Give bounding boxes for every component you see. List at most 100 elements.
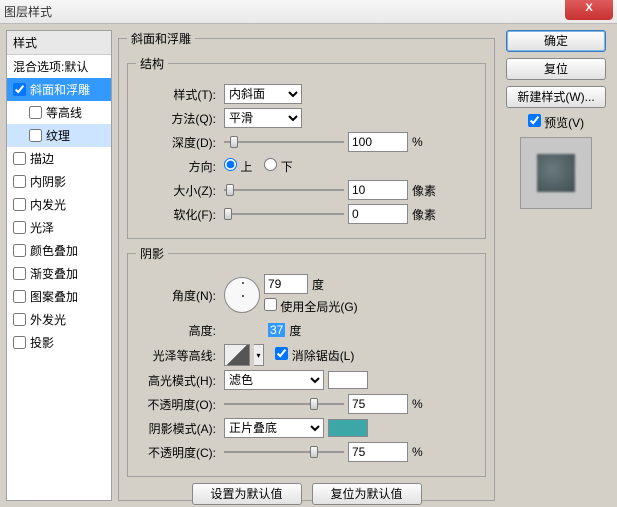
sidebar-item-label: 颜色叠加 bbox=[30, 242, 78, 259]
sidebar-item-2[interactable]: 纹理 bbox=[7, 124, 111, 147]
make-default-button[interactable]: 设置为默认值 bbox=[192, 483, 302, 505]
reset-default-button[interactable]: 复位为默认值 bbox=[312, 483, 422, 505]
shadow-opacity-input[interactable] bbox=[348, 442, 408, 462]
blend-options-item[interactable]: 混合选项:默认 bbox=[7, 55, 111, 78]
style-label: 样式(T): bbox=[136, 86, 220, 103]
shading-legend: 阴影 bbox=[136, 245, 168, 262]
sidebar-checkbox[interactable] bbox=[13, 267, 26, 280]
soften-slider[interactable] bbox=[224, 206, 344, 222]
structure-group: 结构 样式(T): 内斜面 方法(Q): 平滑 深度(D): % 方向: bbox=[127, 55, 486, 239]
sidebar-checkbox[interactable] bbox=[13, 83, 26, 96]
angle-dial[interactable] bbox=[224, 277, 260, 313]
gloss-dropdown[interactable]: ▾ bbox=[254, 344, 264, 366]
sidebar-item-5[interactable]: 内发光 bbox=[7, 193, 111, 216]
sidebar-item-label: 内发光 bbox=[30, 196, 66, 213]
altitude-label: 高度: bbox=[136, 322, 220, 339]
sidebar-item-9[interactable]: 图案叠加 bbox=[7, 285, 111, 308]
highlight-opacity-input[interactable] bbox=[348, 394, 408, 414]
styles-sidebar: 样式 混合选项:默认 斜面和浮雕等高线纹理描边内阴影内发光光泽颜色叠加渐变叠加图… bbox=[6, 30, 112, 501]
shadow-opacity-slider[interactable] bbox=[224, 444, 344, 460]
style-select[interactable]: 内斜面 bbox=[224, 84, 302, 104]
sidebar-item-1[interactable]: 等高线 bbox=[7, 101, 111, 124]
depth-input[interactable] bbox=[348, 132, 408, 152]
ok-button[interactable]: 确定 bbox=[506, 30, 606, 52]
highlight-mode-select[interactable]: 滤色 bbox=[224, 370, 324, 390]
sidebar-item-label: 渐变叠加 bbox=[30, 265, 78, 282]
sidebar-item-11[interactable]: 投影 bbox=[7, 331, 111, 354]
sidebar-item-0[interactable]: 斜面和浮雕 bbox=[7, 78, 111, 101]
sidebar-item-label: 内阴影 bbox=[30, 173, 66, 190]
sidebar-item-label: 外发光 bbox=[30, 311, 66, 328]
angle-label: 角度(N): bbox=[136, 287, 220, 304]
center-panel: 斜面和浮雕 结构 样式(T): 内斜面 方法(Q): 平滑 深度(D): % bbox=[118, 30, 495, 501]
sidebar-checkbox[interactable] bbox=[13, 244, 26, 257]
highlight-color-swatch[interactable] bbox=[328, 371, 368, 389]
sidebar-item-7[interactable]: 颜色叠加 bbox=[7, 239, 111, 262]
antialias-checkbox[interactable]: 消除锯齿(L) bbox=[275, 347, 354, 364]
shadow-opacity-label: 不透明度(C): bbox=[136, 444, 220, 461]
new-style-button[interactable]: 新建样式(W)... bbox=[506, 86, 606, 108]
sidebar-item-8[interactable]: 渐变叠加 bbox=[7, 262, 111, 285]
sidebar-item-label: 光泽 bbox=[30, 219, 54, 236]
shading-group: 阴影 角度(N): 度 使用全局光(G) 高度 bbox=[127, 245, 486, 477]
sidebar-item-label: 投影 bbox=[30, 334, 54, 351]
sidebar-checkbox[interactable] bbox=[13, 198, 26, 211]
sidebar-checkbox[interactable] bbox=[13, 290, 26, 303]
sidebar-item-label: 纹理 bbox=[46, 127, 70, 144]
sidebar-checkbox[interactable] bbox=[13, 313, 26, 326]
sidebar-checkbox[interactable] bbox=[13, 336, 26, 349]
sidebar-item-4[interactable]: 内阴影 bbox=[7, 170, 111, 193]
pct-label: % bbox=[412, 135, 423, 149]
right-panel: 确定 复位 新建样式(W)... 预览(V) bbox=[501, 30, 611, 501]
sidebar-item-label: 描边 bbox=[30, 150, 54, 167]
method-select[interactable]: 平滑 bbox=[224, 108, 302, 128]
depth-label: 深度(D): bbox=[136, 134, 220, 151]
dir-up-radio[interactable]: 上 bbox=[224, 158, 252, 175]
px-label: 像素 bbox=[412, 182, 436, 199]
method-label: 方法(Q): bbox=[136, 110, 220, 127]
sidebar-item-6[interactable]: 光泽 bbox=[7, 216, 111, 239]
preview-box bbox=[520, 137, 592, 209]
direction-label: 方向: bbox=[136, 158, 220, 175]
size-slider[interactable] bbox=[224, 182, 344, 198]
sidebar-item-3[interactable]: 描边 bbox=[7, 147, 111, 170]
sidebar-item-label: 斜面和浮雕 bbox=[30, 81, 90, 98]
dir-down-radio[interactable]: 下 bbox=[264, 158, 292, 175]
blend-label: 混合选项:默认 bbox=[13, 58, 88, 75]
angle-input[interactable] bbox=[264, 274, 308, 294]
global-light-checkbox[interactable]: 使用全局光(G) bbox=[264, 298, 358, 315]
sidebar-checkbox[interactable] bbox=[13, 152, 26, 165]
depth-slider[interactable] bbox=[224, 134, 344, 150]
shadow-color-swatch[interactable] bbox=[328, 419, 368, 437]
gloss-contour-picker[interactable] bbox=[224, 344, 250, 366]
soften-input[interactable] bbox=[348, 204, 408, 224]
structure-legend: 结构 bbox=[136, 55, 168, 72]
soften-label: 软化(F): bbox=[136, 206, 220, 223]
deg-label2: 度 bbox=[289, 322, 301, 339]
sidebar-checkbox[interactable] bbox=[13, 175, 26, 188]
sidebar-header: 样式 bbox=[7, 31, 111, 55]
size-label: 大小(Z): bbox=[136, 182, 220, 199]
shadow-mode-select[interactable]: 正片叠底 bbox=[224, 418, 324, 438]
sidebar-item-10[interactable]: 外发光 bbox=[7, 308, 111, 331]
deg-label: 度 bbox=[312, 276, 324, 293]
highlight-opacity-slider[interactable] bbox=[224, 396, 344, 412]
sidebar-checkbox[interactable] bbox=[29, 106, 42, 119]
sidebar-checkbox[interactable] bbox=[29, 129, 42, 142]
preview-checkbox[interactable]: 预览(V) bbox=[528, 114, 584, 131]
px-label2: 像素 bbox=[412, 206, 436, 223]
highlight-mode-label: 高光模式(H): bbox=[136, 372, 220, 389]
bevel-panel: 斜面和浮雕 结构 样式(T): 内斜面 方法(Q): 平滑 深度(D): % bbox=[118, 30, 495, 501]
sidebar-item-label: 图案叠加 bbox=[30, 288, 78, 305]
window-title: 图层样式 bbox=[4, 3, 52, 20]
altitude-input[interactable]: 37 bbox=[268, 323, 285, 337]
sidebar-item-label: 等高线 bbox=[46, 104, 82, 121]
gloss-label: 光泽等高线: bbox=[136, 347, 220, 364]
close-button[interactable]: X bbox=[565, 0, 613, 20]
title-bar: 图层样式 X bbox=[0, 0, 617, 24]
sidebar-checkbox[interactable] bbox=[13, 221, 26, 234]
cancel-button[interactable]: 复位 bbox=[506, 58, 606, 80]
shadow-mode-label: 阴影模式(A): bbox=[136, 420, 220, 437]
size-input[interactable] bbox=[348, 180, 408, 200]
highlight-opacity-label: 不透明度(O): bbox=[136, 396, 220, 413]
